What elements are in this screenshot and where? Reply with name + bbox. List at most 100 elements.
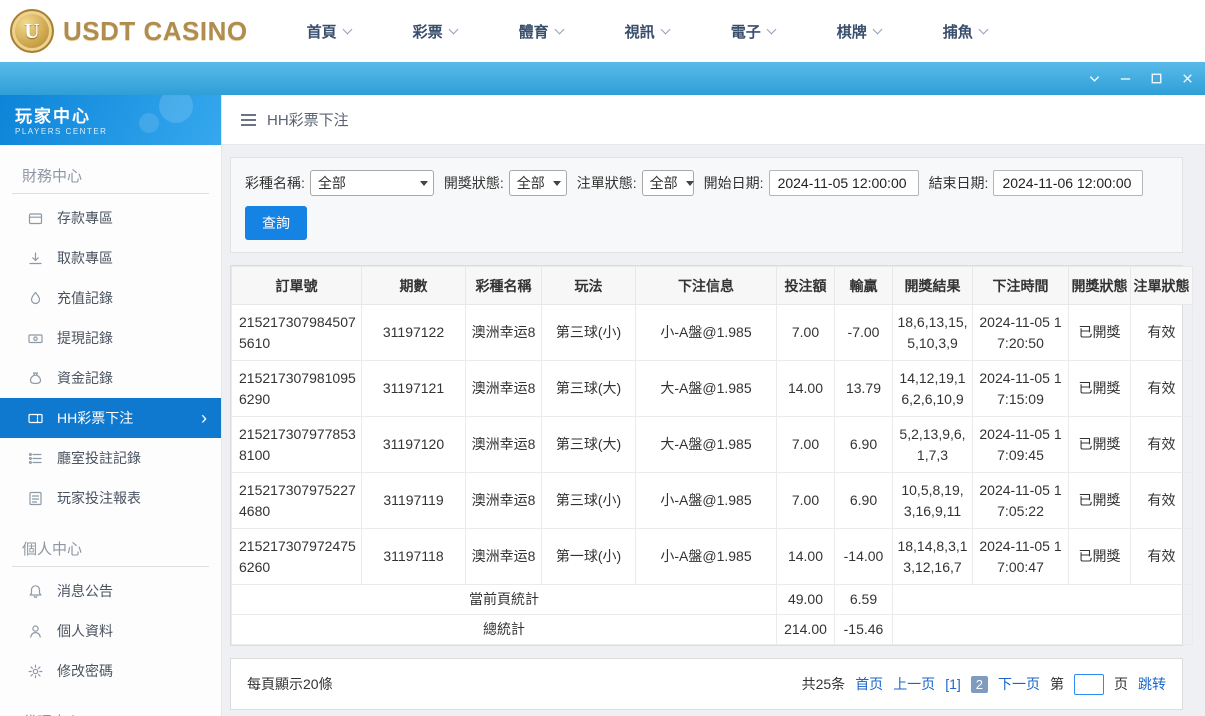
cell-time: 2024-11-05 17:00:47 [973,529,1069,585]
cell-play: 第三球(小) [542,305,636,361]
chevron-down-icon [448,24,458,34]
nav-item-label: 棋牌 [837,21,867,42]
cell-winloss: 6.90 [835,417,893,473]
logo-text: USDT CASINO [63,16,248,47]
nav-item-0[interactable]: 首頁 [276,0,382,62]
filter-panel: 彩種名稱: 全部 開獎狀態: 全部 注單狀態: 全部 開始 [230,157,1183,253]
nav-item-1[interactable]: 彩票 [382,0,488,62]
withdraw-icon [27,250,44,267]
cell-result: 10,5,8,19,3,16,9,11 [893,473,973,529]
nav-item-3[interactable]: 視訊 [594,0,700,62]
page-1-link[interactable]: [1] [945,676,961,692]
cell-result: 18,6,13,15,5,10,3,9 [893,305,973,361]
cell-lottery: 澳洲幸运8 [466,361,542,417]
maximize-icon[interactable] [1148,71,1164,87]
cell-status: 有效 [1131,529,1193,585]
nav-item-2[interactable]: 體育 [488,0,594,62]
menu-icon[interactable] [241,114,256,126]
total-summary-row-empty [893,615,1193,645]
sidebar-subtitle: PLAYERS CENTER [15,127,221,136]
nav-item-label: 彩票 [413,21,443,42]
table-row: 215217307977853810031197120澳洲幸运8第三球(大)大-… [232,417,1193,473]
nav-item-6[interactable]: 捕魚 [912,0,1018,62]
gear-icon [27,663,44,680]
sidebar-menu: 財務中心存款專區取款專區充值記錄提現記錄資金記錄HH彩票下注›廳室投註記錄玩家投… [0,158,221,716]
cell-play: 第三球(大) [542,361,636,417]
cell-draw: 已開獎 [1069,417,1131,473]
lottery-type-label: 彩種名稱: [245,173,305,193]
sidebar-item[interactable]: 存款專區 [0,198,221,238]
sidebar-item[interactable]: 資金記錄 [0,358,221,398]
sidebar-item-label: 玩家投注報表 [57,488,141,508]
draw-status-select[interactable]: 全部 [509,170,567,196]
nav-item-label: 視訊 [625,21,655,42]
cell-amount: 7.00 [777,417,835,473]
chevron-down-icon[interactable] [1086,71,1102,87]
table-header-row: 訂單號期數彩種名稱玩法下注信息投注額輸贏開獎結果下注時間開獎狀態注單狀態 [232,267,1193,305]
jump-button[interactable]: 跳转 [1138,674,1166,694]
per-page-label: 每頁顯示20條 [247,674,333,694]
cell-amount: 7.00 [777,305,835,361]
sidebar-item[interactable]: 充值記錄 [0,278,221,318]
next-page-link[interactable]: 下一页 [998,674,1040,694]
chevron-down-icon [554,24,564,34]
bets-table-panel: 訂單號期數彩種名稱玩法下注信息投注額輸贏開獎結果下注時間開獎狀態注單狀態2152… [230,265,1183,646]
sidebar-item-label: 取款專區 [57,248,113,268]
first-page-link[interactable]: 首页 [855,674,883,694]
sidebar-item-label: HH彩票下注 [57,408,133,428]
sidebar-item-label: 修改密碼 [57,661,113,681]
nav-item-4[interactable]: 電子 [700,0,806,62]
nav-item-label: 捕魚 [943,21,973,42]
sidebar-item[interactable]: 提現記錄 [0,318,221,358]
table-row: 215217307972475626031197118澳洲幸运8第一球(小)小-… [232,529,1193,585]
recharge-icon [27,290,44,307]
cell-amount: 7.00 [777,473,835,529]
decorative-circle [139,113,159,133]
cell-info: 小-A盤@1.985 [636,305,777,361]
cell-period: 31197118 [362,529,466,585]
sidebar-item[interactable]: 廳室投註記錄 [0,438,221,478]
sidebar-item[interactable]: 個人資料 [0,611,221,651]
cell-order: 2152173079810956290 [232,361,362,417]
hall-icon [27,450,44,467]
sidebar-item[interactable]: 玩家投注報表 [0,478,221,518]
column-header-order: 訂單號 [232,267,362,305]
sidebar-item-label: 存款專區 [57,208,113,228]
cell-order: 2152173079724756260 [232,529,362,585]
end-date-input[interactable] [993,170,1143,196]
sidebar: 玩家中心 PLAYERS CENTER 財務中心存款專區取款專區充值記錄提現記錄… [0,95,222,716]
cell-lottery: 澳洲幸运8 [466,417,542,473]
search-button[interactable]: 查詢 [245,206,307,240]
lottery-type-select[interactable]: 全部 [310,170,434,196]
sidebar-item[interactable]: 消息公告 [0,571,221,611]
order-status-value: 全部 [650,173,678,193]
start-date-input[interactable] [769,170,919,196]
page-summary-row-bet-total: 49.00 [777,585,835,615]
breadcrumb: HH彩票下注 [222,95,1205,145]
prev-page-link[interactable]: 上一页 [893,674,935,694]
jump-page-input[interactable] [1074,674,1104,695]
sidebar-item[interactable]: 取款專區 [0,238,221,278]
cell-winloss: -7.00 [835,305,893,361]
minimize-icon[interactable] [1117,71,1133,87]
top-navigation-bar: U USDT CASINO 首頁 彩票 體育 視訊 電子 棋牌 捕魚 [0,0,1205,62]
cell-status: 有效 [1131,305,1193,361]
nav-item-5[interactable]: 棋牌 [806,0,912,62]
column-header-period: 期數 [362,267,466,305]
sidebar-item[interactable]: HH彩票下注› [0,398,221,438]
logo[interactable]: U USDT CASINO [0,9,248,53]
sidebar-section-label-0: 財務中心 [12,158,209,194]
cell-info: 小-A盤@1.985 [636,529,777,585]
cell-lottery: 澳洲幸运8 [466,305,542,361]
cell-winloss: -14.00 [835,529,893,585]
cell-play: 第一球(小) [542,529,636,585]
cell-status: 有效 [1131,417,1193,473]
chevron-down-icon [766,24,776,34]
sidebar-item[interactable]: 修改密碼 [0,651,221,691]
close-icon[interactable] [1179,71,1195,87]
cell-amount: 14.00 [777,529,835,585]
sidebar-item-label: 消息公告 [57,581,113,601]
cell-order: 2152173079778538100 [232,417,362,473]
order-status-select[interactable]: 全部 [642,170,694,196]
sidebar-header: 玩家中心 PLAYERS CENTER [0,95,221,145]
